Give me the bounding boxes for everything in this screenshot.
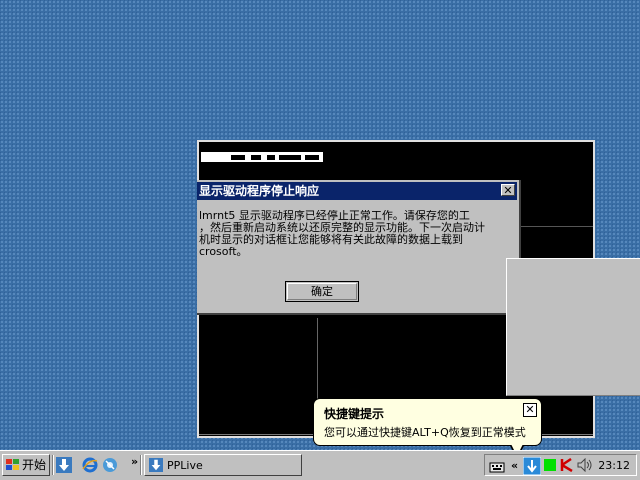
close-button[interactable]: ✕	[501, 184, 515, 196]
clock[interactable]: 23:12	[598, 459, 630, 472]
balloon-text: 您可以通过快捷键ALT+Q恢复到正常模式	[324, 426, 526, 439]
taskbar-separator	[140, 455, 142, 475]
dialog-titlebar[interactable]: 显示驱动程序停止响应 ✕	[197, 182, 517, 200]
start-button[interactable]: 开始	[2, 454, 50, 476]
balloon-title: 快捷键提示	[324, 407, 385, 421]
green-square-icon[interactable]	[544, 459, 556, 471]
quicklaunch-chevron[interactable]: »	[131, 455, 138, 468]
message-line: crosoft。	[199, 245, 248, 258]
ie-icon[interactable]	[82, 457, 98, 473]
taskbar-separator	[52, 455, 54, 475]
tray-expand-chevron[interactable]: «	[511, 459, 518, 472]
balloon-close-button[interactable]: ✕	[523, 403, 537, 417]
pplive-download-icon	[149, 458, 163, 472]
ok-button[interactable]: 确定	[285, 281, 359, 302]
balloon-notification[interactable]: 快捷键提示 ✕ 您可以通过快捷键ALT+Q恢复到正常模式	[313, 398, 542, 446]
network-icon[interactable]	[523, 457, 541, 475]
dialog-title: 显示驱动程序停止响应	[199, 184, 320, 198]
ok-button-label: 确定	[311, 285, 333, 298]
keyboard-icon[interactable]	[489, 459, 505, 473]
taskbar-button-pplive[interactable]: PPLive	[144, 454, 302, 476]
windows-flag-icon	[6, 459, 19, 470]
task-label: PPLive	[167, 459, 203, 472]
kaspersky-icon[interactable]	[560, 458, 574, 472]
dialog-message: lmrnt5 显示驱动程序已经停止正常工作。请保存您的工 ，然后重新启动系统以还原…	[199, 210, 517, 258]
app-menu-strip	[201, 152, 323, 162]
error-dialog: 显示驱动程序停止响应 ✕ lmrnt5 显示驱动程序已经停止正常工作。请保存您的…	[197, 180, 521, 315]
speaker-icon[interactable]	[577, 458, 593, 472]
pplive-download-icon[interactable]	[56, 457, 72, 473]
grey-panel	[506, 258, 640, 396]
media-icon[interactable]	[102, 457, 118, 473]
taskbar: 开始 » PPLive « 23:12	[0, 450, 640, 480]
system-tray: « 23:12	[484, 454, 637, 476]
start-label: 开始	[22, 458, 47, 472]
close-icon: ✕	[503, 184, 513, 197]
close-icon: ✕	[525, 403, 535, 416]
